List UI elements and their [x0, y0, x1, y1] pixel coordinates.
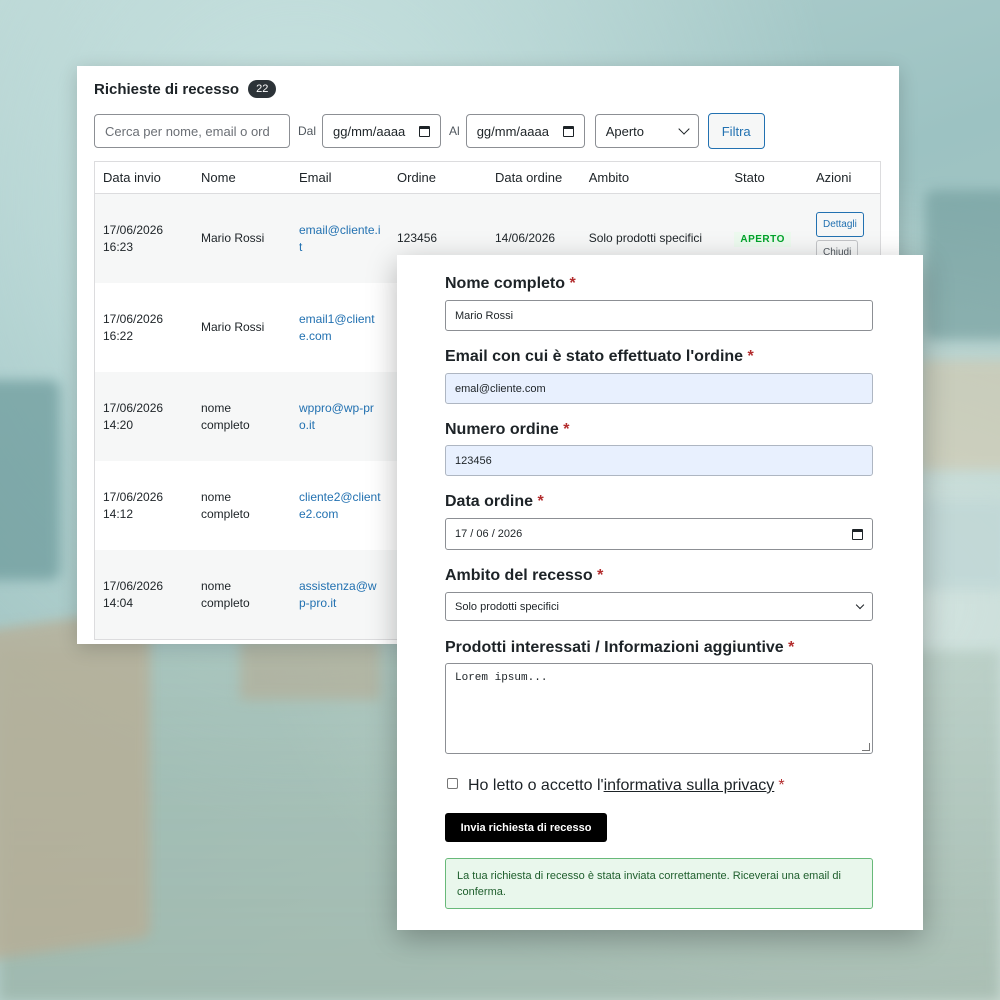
- page-title: Richieste di recesso: [94, 80, 240, 98]
- scope-select-value: Solo prodotti specifici: [455, 600, 559, 613]
- order-number-label-text: Numero ordine: [445, 421, 559, 438]
- date-to-value: gg/mm/aaaa: [476, 123, 549, 139]
- cell-date: 17/06/2026 14:12: [103, 489, 164, 521]
- scope-select[interactable]: Solo prodotti specifici: [445, 592, 873, 621]
- column-header[interactable]: Data invio: [94, 161, 193, 194]
- column-header[interactable]: Nome: [193, 161, 291, 194]
- cell-date: 17/06/2026 16:22: [103, 311, 164, 343]
- products-label-text: Prodotti interessati / Informazioni aggi…: [445, 639, 784, 656]
- products-textarea-value: Lorem ipsum...: [455, 672, 548, 684]
- count-badge: 22: [248, 80, 277, 98]
- filter-button[interactable]: Filtra: [707, 113, 765, 149]
- chevron-down-icon: [678, 123, 690, 135]
- required-mark: *: [597, 567, 604, 584]
- order-date-label: Data ordine *: [445, 493, 544, 511]
- column-header[interactable]: Email: [291, 161, 389, 194]
- email-link[interactable]: email1@cliente.com: [299, 312, 375, 343]
- scope-label-text: Ambito del recesso: [445, 567, 593, 584]
- status-select[interactable]: Aperto: [594, 114, 699, 148]
- background-phone: [920, 500, 1000, 590]
- required-mark: *: [788, 639, 795, 656]
- privacy-checkbox[interactable]: [447, 777, 458, 789]
- cell-name: nome completo: [193, 550, 291, 640]
- column-header[interactable]: Ordine: [389, 161, 487, 194]
- privacy-text: Ho letto o accetto l': [468, 777, 604, 794]
- background-box: [240, 640, 380, 700]
- cell-name: nome completo: [193, 372, 291, 461]
- submit-button[interactable]: Invia richiesta di recesso: [445, 813, 607, 842]
- date-to-field[interactable]: gg/mm/aaaa: [465, 114, 585, 148]
- email-link[interactable]: assistenza@wp-pro.it: [299, 579, 377, 610]
- column-header[interactable]: Stato: [726, 161, 808, 194]
- resize-handle-icon[interactable]: [862, 743, 870, 751]
- calendar-icon[interactable]: [852, 528, 863, 540]
- full-name-field[interactable]: Mario Rossi: [445, 300, 873, 331]
- search-input[interactable]: [94, 114, 290, 148]
- order-number-field[interactable]: 123456: [445, 445, 873, 476]
- column-header[interactable]: Data ordine: [487, 161, 581, 194]
- date-from-label: Dal: [298, 124, 317, 138]
- email-link[interactable]: cliente2@cliente2.com: [299, 490, 381, 521]
- products-textarea[interactable]: Lorem ipsum...: [445, 663, 873, 754]
- column-header: Azioni: [807, 161, 881, 194]
- order-date-field[interactable]: 17 / 06 / 2026: [445, 518, 873, 550]
- required-mark: *: [569, 275, 576, 292]
- withdrawal-form-panel: Nome completo * Mario Rossi Email con cu…: [397, 255, 923, 930]
- calendar-icon[interactable]: [419, 125, 431, 137]
- cell-date: 17/06/2026 14:04: [94, 550, 193, 640]
- order-date-label-text: Data ordine: [445, 493, 534, 510]
- scope-label: Ambito del recesso *: [445, 567, 603, 585]
- products-label: Prodotti interessati / Informazioni aggi…: [445, 639, 794, 657]
- required-mark: *: [537, 493, 544, 510]
- filter-bar: Dal gg/mm/aaaa Al gg/mm/aaaa Aperto Filt…: [94, 113, 765, 149]
- order-number-label: Numero ordine *: [445, 421, 569, 439]
- order-date-value: 17 / 06 / 2026: [455, 528, 523, 540]
- cell-name: Mario Rossi: [193, 193, 291, 283]
- email-link[interactable]: wppro@wp-pro.it: [299, 401, 374, 432]
- background-pencil-cup: [925, 190, 1000, 340]
- cell-date: 17/06/2026 16:23: [94, 193, 193, 283]
- column-header[interactable]: Ambito: [580, 161, 727, 194]
- details-button[interactable]: Dettagli: [815, 212, 864, 237]
- email-field[interactable]: emal@cliente.com: [445, 373, 873, 404]
- admin-header: Richieste di recesso 22: [94, 80, 277, 98]
- full-name-label: Nome completo *: [445, 275, 576, 293]
- status-select-value: Aperto: [605, 123, 644, 139]
- cell-date: 17/06/2026 14:20: [94, 372, 193, 461]
- chevron-down-icon: [855, 600, 865, 609]
- background-box: [0, 607, 150, 963]
- table-header-row: Data invio Nome Email Ordine Data ordine…: [94, 161, 881, 194]
- cell-name: nome completo: [201, 489, 250, 521]
- full-name-label-text: Nome completo: [445, 275, 566, 292]
- status-badge: APERTO: [734, 231, 791, 247]
- privacy-consent: Ho letto o accetto l' informativa sulla …: [447, 777, 785, 795]
- background-pencil-cup: [0, 380, 60, 580]
- calendar-icon[interactable]: [562, 125, 574, 137]
- date-from-field[interactable]: gg/mm/aaaa: [322, 114, 442, 148]
- cell-name: Mario Rossi: [201, 320, 265, 334]
- success-message: La tua richiesta di recesso è stata invi…: [445, 858, 873, 909]
- email-link[interactable]: email@cliente.it: [299, 223, 381, 254]
- email-label-text: Email con cui è stato effettuato l'ordin…: [445, 348, 744, 365]
- required-mark: *: [747, 348, 754, 365]
- date-from-value: gg/mm/aaaa: [333, 123, 406, 139]
- required-mark: *: [563, 421, 570, 438]
- email-label: Email con cui è stato effettuato l'ordin…: [445, 348, 754, 366]
- background-package: [920, 360, 1000, 470]
- date-to-label: Al: [449, 124, 460, 138]
- required-mark: *: [778, 777, 785, 794]
- privacy-link[interactable]: informativa sulla privacy: [604, 777, 775, 795]
